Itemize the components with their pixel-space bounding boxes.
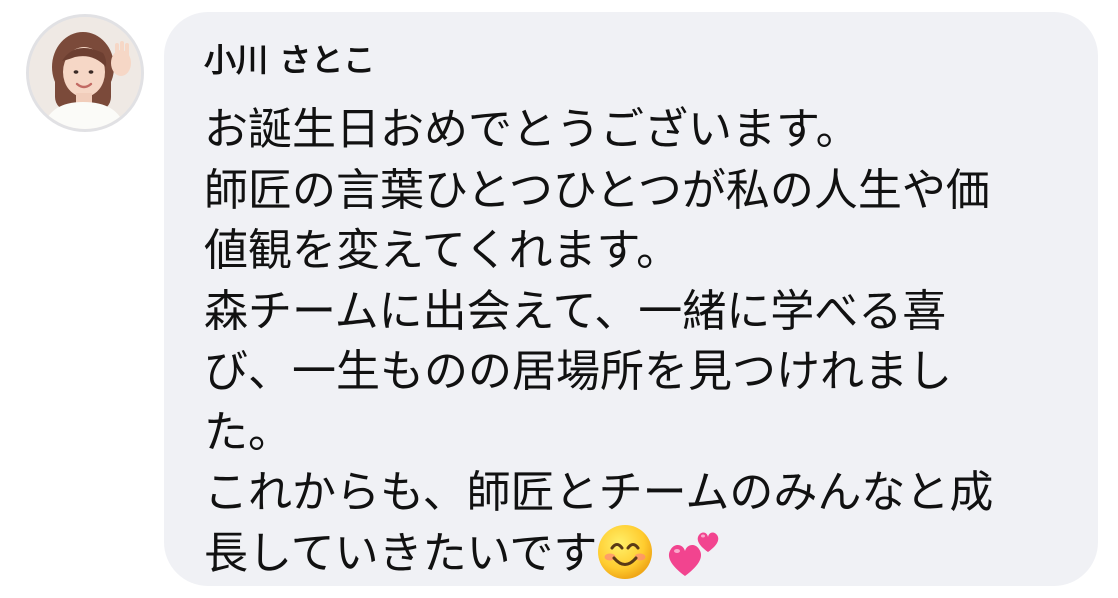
message-line: 値観を変えてくれます。 xyxy=(204,225,681,276)
message-text: お誕生日おめでとうございます。 師匠の言葉ひとつひとつが私の人生や価 値観を変え… xyxy=(204,100,1058,584)
message-bubble[interactable]: 小川 さとこ お誕生日おめでとうございます。 師匠の言葉ひとつひとつが私の人生や… xyxy=(164,12,1098,586)
message-line: 森チームに出会えて、一緒に学べる喜 xyxy=(204,285,947,337)
message-line: お誕生日おめでとうございます。 xyxy=(204,104,860,155)
smiling-face-emoji-icon xyxy=(597,524,653,580)
message-line: これからも、師匠とチームのみんなと成 xyxy=(204,467,994,518)
two-hearts-emoji-icon xyxy=(665,524,721,580)
avatar-photo xyxy=(29,17,141,129)
message-line: た。 xyxy=(204,406,292,458)
avatar[interactable] xyxy=(26,14,144,132)
message-line: 師匠の言葉ひとつひとつが私の人生や価 xyxy=(204,164,990,216)
sender-name: 小川 さとこ xyxy=(204,41,376,79)
message-line-last: 長していきたいです xyxy=(204,524,1058,585)
message-line: び、一生ものの居場所を見つけれまし xyxy=(204,346,952,397)
chat-message-row: 小川 さとこ お誕生日おめでとうございます。 師匠の言葉ひとつひとつが私の人生や… xyxy=(0,0,1118,598)
message-line-text: 長していきたいです xyxy=(204,527,598,579)
